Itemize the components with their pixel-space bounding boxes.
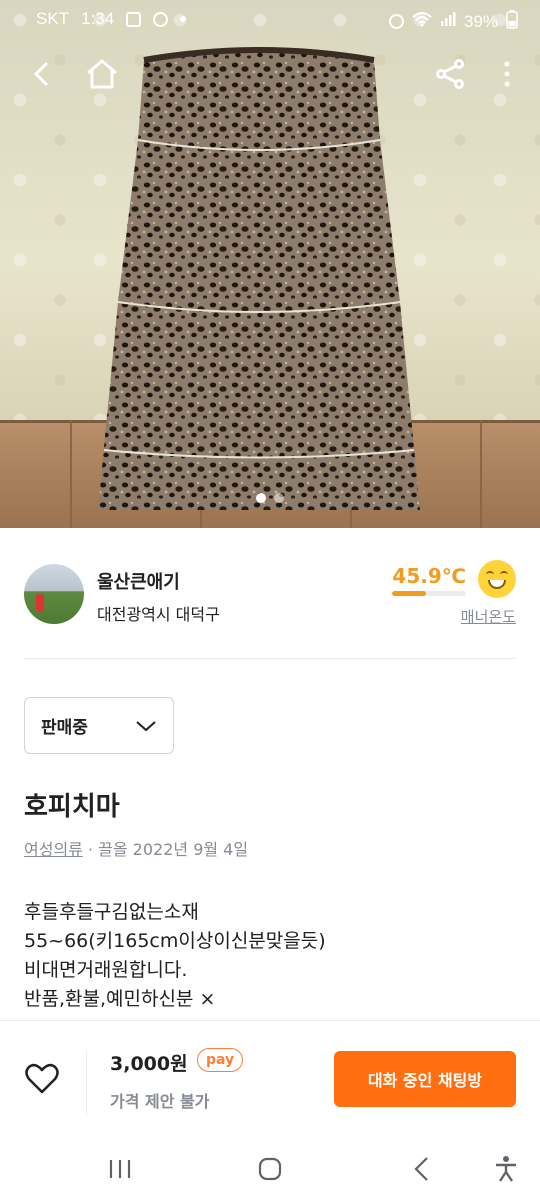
battery-label: 39%	[463, 11, 498, 31]
accessibility-button[interactable]	[486, 1154, 526, 1184]
home-icon	[87, 59, 117, 89]
manner-temperature-fill	[392, 591, 427, 596]
carousel-dot	[256, 493, 266, 503]
wifi-icon	[412, 11, 432, 32]
chevron-down-icon	[136, 720, 156, 731]
gallery-icon	[126, 11, 142, 27]
recent-apps-button[interactable]	[100, 1154, 140, 1184]
manner-temperature: 45.9℃	[392, 564, 466, 588]
manner-temperature-link[interactable]: 매너온도	[461, 606, 516, 627]
more-vertical-icon	[504, 61, 510, 87]
signal-icon	[440, 11, 456, 32]
sale-status-dropdown[interactable]: 판매중	[24, 697, 174, 754]
chat-button[interactable]: 대화 중인 채팅방	[334, 1051, 516, 1107]
system-back-button[interactable]	[402, 1154, 442, 1184]
carousel-indicator	[0, 493, 540, 503]
seller-profile[interactable]: 울산큰애기 대전광역시 대덕구 45.9℃ 매너온도	[24, 560, 516, 630]
description-line: 후들후들구김없는소재	[24, 901, 199, 923]
product-title: 호피치마	[24, 792, 120, 822]
seller-nickname[interactable]: 울산큰애기	[97, 568, 180, 594]
avatar[interactable]	[24, 564, 84, 624]
manner-temperature-bar	[392, 591, 466, 596]
description-line: 반품,환불,예민하신분 ×	[24, 988, 216, 1010]
recent-apps-icon	[109, 1160, 131, 1178]
price: 3,000원	[110, 1053, 188, 1075]
divider	[24, 658, 516, 659]
pay-badge-label: pay	[206, 1052, 235, 1068]
clock: 1:34	[81, 9, 115, 28]
accessibility-icon	[496, 1156, 516, 1182]
smile-emoji-icon	[478, 560, 516, 598]
home-circle-icon	[258, 1157, 282, 1181]
notification-dot-icon	[180, 16, 187, 22]
top-navigation	[0, 52, 540, 102]
like-button[interactable]	[24, 1061, 60, 1097]
price-negotiation-status: 가격 제안 불가	[110, 1092, 210, 1111]
description-line: 55~66(키165cm이상이신분맞을듯)	[24, 930, 326, 952]
product-description: 후들후들구김없는소재 55~66(키165cm이상이신분맞을듯) 비대면거래원합…	[24, 898, 516, 1020]
home-button[interactable]	[80, 52, 124, 96]
carousel-dot	[274, 493, 284, 503]
system-navigation-bar	[0, 1136, 540, 1204]
seller-location: 대전광역시 대덕구	[97, 605, 220, 624]
back-button[interactable]	[20, 52, 64, 96]
lock-icon	[153, 11, 169, 27]
more-menu-button[interactable]	[492, 52, 522, 96]
vertical-divider	[86, 1051, 87, 1115]
share-button[interactable]	[428, 52, 472, 96]
skirt-image	[98, 40, 420, 520]
battery-icon	[506, 9, 518, 34]
alarm-icon	[388, 14, 404, 29]
screen: SKT 1:34 39% 울산큰애기 대전광역시 대덕구 45.9℃ 매너온도 …	[0, 0, 540, 1204]
status-bar: SKT 1:34 39%	[0, 0, 540, 38]
home-system-button[interactable]	[250, 1154, 290, 1184]
category-link[interactable]: 여성의류	[24, 840, 83, 859]
description-line: 비대면거래원합니다.	[24, 959, 188, 981]
chevron-left-icon	[414, 1157, 428, 1181]
product-meta: 여성의류 · 끌올 2022년 9월 4일	[24, 836, 248, 860]
bump-date: · 끌올 2022년 9월 4일	[82, 840, 249, 859]
back-arrow-icon	[33, 61, 49, 87]
carrier-label: SKT	[36, 9, 70, 28]
heart-icon	[25, 1063, 59, 1094]
bottom-action-bar: 3,000원 pay 가격 제안 불가 대화 중인 채팅방	[0, 1020, 540, 1136]
sale-status-label: 판매중	[41, 718, 88, 738]
share-icon	[436, 59, 464, 89]
pay-badge: pay	[197, 1048, 244, 1072]
